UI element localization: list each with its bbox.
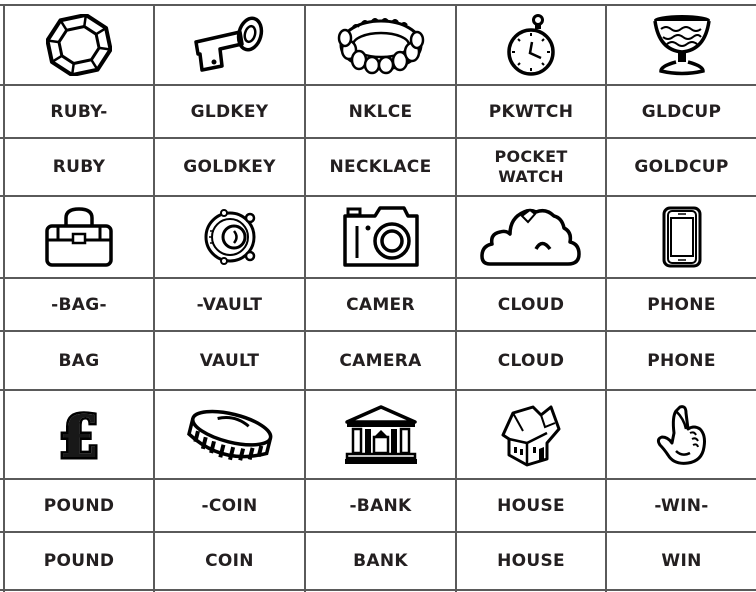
word-cell: BANK bbox=[306, 533, 455, 589]
gold-key-cell bbox=[155, 6, 304, 84]
abbreviation-text: -BAG- bbox=[51, 294, 107, 315]
abbreviation-text: CAMER bbox=[346, 294, 415, 315]
necklace-icon bbox=[337, 18, 424, 75]
abbreviation-cell: PHONE bbox=[607, 279, 756, 330]
bag-icon bbox=[45, 207, 113, 267]
word-text: BANK bbox=[353, 551, 408, 571]
word-cell: NECKLACE bbox=[306, 139, 455, 195]
abbreviation-text: GLDCUP bbox=[641, 101, 722, 122]
word-cell: CAMERA bbox=[306, 332, 455, 389]
gold-cup-icon bbox=[652, 15, 711, 76]
word-line: POCKET bbox=[494, 147, 568, 166]
phone-cell bbox=[607, 197, 756, 277]
coin-cell bbox=[155, 391, 304, 478]
ruby-gem-icon bbox=[46, 14, 112, 76]
abbreviation-text: PKWTCH bbox=[488, 101, 574, 122]
word-text: BAG bbox=[58, 350, 100, 371]
word-cell: WIN bbox=[607, 533, 756, 589]
phone-icon bbox=[662, 206, 701, 268]
pound-sign-cell: £ £ bbox=[5, 391, 153, 478]
abbreviation-cell: -BAG- bbox=[5, 279, 153, 330]
abbreviation-text: CLOUD bbox=[497, 294, 565, 315]
word-cell: POCKET WATCH bbox=[457, 139, 605, 195]
abbreviation-text: -VAULT bbox=[196, 294, 263, 315]
abbreviation-text: -BANK bbox=[349, 495, 412, 516]
abbreviation-cell: -BANK bbox=[306, 480, 455, 531]
pound-sign-icon: £ £ bbox=[56, 405, 101, 465]
word-cell: VAULT bbox=[155, 332, 304, 389]
word-cell: BAG bbox=[5, 332, 153, 389]
word-text: GOLDCUP bbox=[634, 157, 729, 177]
abbreviation-cell: RUBY- bbox=[5, 86, 153, 137]
bag-cell bbox=[5, 197, 153, 277]
abbreviation-cell: -COIN bbox=[155, 480, 304, 531]
camera-cell bbox=[306, 197, 455, 277]
word-text: HOUSE bbox=[497, 551, 565, 571]
grid-line bbox=[0, 589, 756, 591]
abbreviation-text: -WIN- bbox=[654, 495, 709, 516]
house-icon bbox=[501, 405, 561, 466]
vault-cell bbox=[155, 197, 304, 277]
word-cell: GOLDKEY bbox=[155, 139, 304, 195]
word-text: GOLDKEY bbox=[183, 157, 276, 177]
word-cell: GOLDCUP bbox=[607, 139, 756, 195]
gold-key-icon bbox=[193, 16, 263, 72]
abbreviation-cell: GLDCUP bbox=[607, 86, 756, 137]
word-text: POCKET WATCH bbox=[476, 147, 586, 187]
abbreviation-text: RUBY- bbox=[50, 101, 108, 122]
word-text: CLOUD bbox=[497, 350, 565, 371]
word-text: POUND bbox=[43, 551, 115, 571]
abbreviation-text: -COIN bbox=[201, 495, 258, 516]
bank-cell bbox=[306, 391, 455, 478]
abbreviation-cell: POUND bbox=[5, 480, 153, 531]
word-cell: PHONE bbox=[607, 332, 756, 389]
crossed-fingers-icon bbox=[656, 404, 706, 465]
password-word-grid: RUBY- GLDKEY NKLCE PKWTCH GLDCUP RUBY GO… bbox=[0, 0, 756, 592]
abbreviation-cell: -WIN- bbox=[607, 480, 756, 531]
abbreviation-cell: HOUSE bbox=[457, 480, 605, 531]
bank-icon bbox=[344, 404, 417, 464]
abbreviation-text: POUND bbox=[43, 495, 115, 516]
ruby-gem-cell bbox=[5, 6, 153, 84]
abbreviation-cell: NKLCE bbox=[306, 86, 455, 137]
abbreviation-text: PHONE bbox=[647, 294, 716, 315]
crossed-fingers-cell bbox=[607, 391, 756, 478]
word-line: WATCH bbox=[498, 167, 564, 186]
gold-cup-cell bbox=[607, 6, 756, 84]
word-cell: RUBY bbox=[5, 139, 153, 195]
abbreviation-cell: CLOUD bbox=[457, 279, 605, 330]
coin-icon bbox=[186, 409, 272, 461]
necklace-cell bbox=[306, 6, 455, 84]
word-cell: HOUSE bbox=[457, 533, 605, 589]
word-text: CAMERA bbox=[339, 350, 422, 371]
word-cell: POUND bbox=[5, 533, 153, 589]
abbreviation-cell: -VAULT bbox=[155, 279, 304, 330]
vault-icon bbox=[204, 209, 255, 265]
word-cell: CLOUD bbox=[457, 332, 605, 389]
word-cell: COIN bbox=[155, 533, 304, 589]
pocket-watch-icon bbox=[507, 14, 555, 76]
cloud-icon bbox=[480, 208, 581, 266]
camera-icon bbox=[342, 206, 419, 267]
abbreviation-cell: PKWTCH bbox=[457, 86, 605, 137]
cloud-cell bbox=[457, 197, 605, 277]
word-text: PHONE bbox=[647, 350, 716, 371]
abbreviation-cell: GLDKEY bbox=[155, 86, 304, 137]
abbreviation-text: HOUSE bbox=[497, 495, 565, 516]
word-text: RUBY bbox=[52, 157, 106, 177]
house-cell bbox=[457, 391, 605, 478]
abbreviation-text: NKLCE bbox=[348, 101, 413, 122]
word-text: WIN bbox=[661, 551, 702, 571]
pocket-watch-cell bbox=[457, 6, 605, 84]
abbreviation-text: GLDKEY bbox=[190, 101, 269, 122]
word-text: COIN bbox=[205, 551, 254, 571]
word-text: NECKLACE bbox=[329, 157, 432, 177]
word-text: VAULT bbox=[199, 350, 260, 371]
abbreviation-cell: CAMER bbox=[306, 279, 455, 330]
svg-text:£: £ bbox=[59, 405, 99, 465]
